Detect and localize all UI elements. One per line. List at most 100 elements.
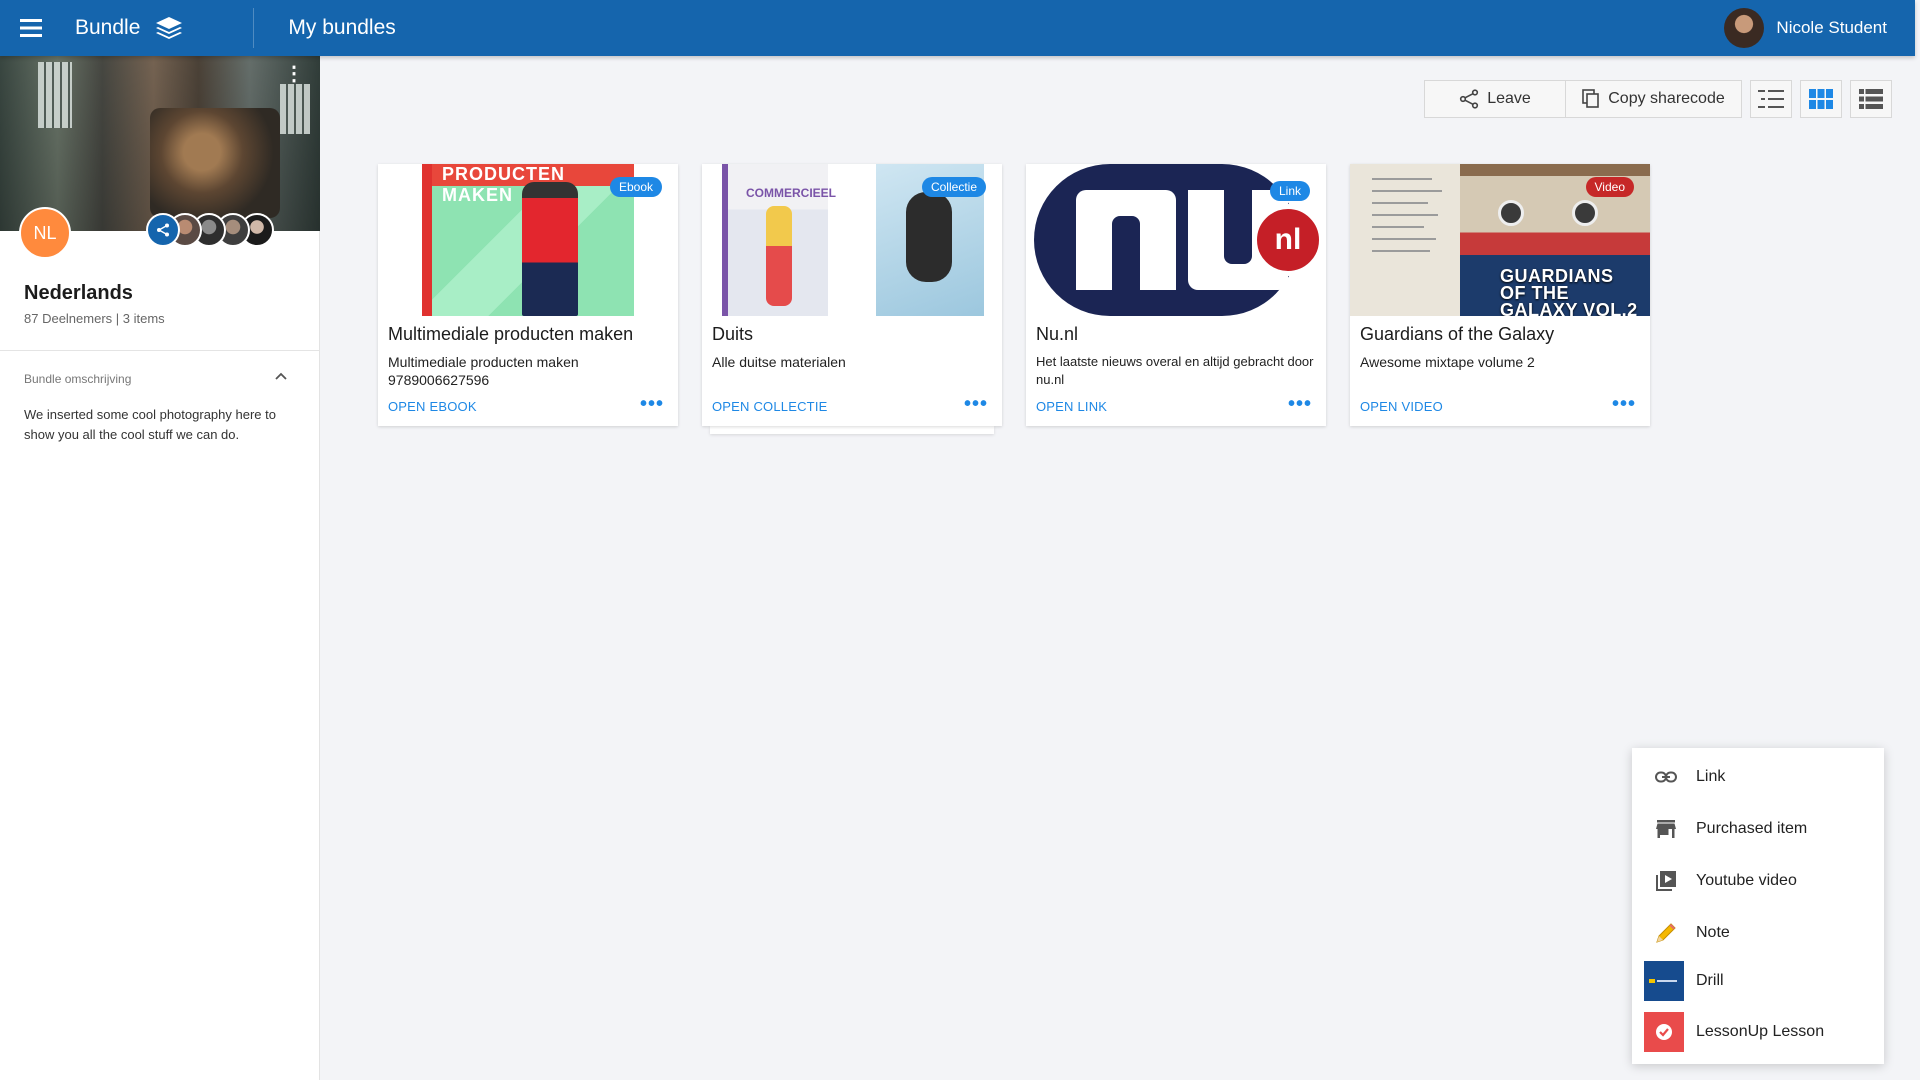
cover-figure xyxy=(766,206,792,306)
compact-list-icon xyxy=(1758,90,1784,108)
description-label: Bundle omschrijving xyxy=(24,372,132,386)
drillster-icon xyxy=(1644,961,1684,1001)
topbar-divider xyxy=(253,8,255,48)
cover-title-text: GUARDIANS OF THE GALAXY VOL.2 xyxy=(1500,266,1638,316)
open-ebook-link[interactable]: OPEN EBOOK xyxy=(388,399,477,414)
more-horiz-icon[interactable]: ••• xyxy=(640,393,664,416)
card-video[interactable]: GUARDIANS OF THE GALAXY VOL.2 Video Guar… xyxy=(1350,164,1650,426)
link-icon xyxy=(1654,765,1678,789)
card-title: Nu.nl xyxy=(1036,324,1079,344)
card-title: Duits xyxy=(712,324,754,344)
share-members-button[interactable] xyxy=(146,213,180,247)
video-library-icon xyxy=(1654,869,1678,893)
user-name[interactable]: Nicole Student xyxy=(1776,18,1887,38)
cover-spine xyxy=(422,164,432,316)
list-icon xyxy=(1859,89,1883,109)
store-icon xyxy=(1654,817,1678,841)
type-badge: Link xyxy=(1269,181,1310,201)
type-badge: Collectie xyxy=(921,177,986,197)
tape-reel xyxy=(1572,200,1598,226)
menu-item-label: Youtube video xyxy=(1696,872,1797,889)
sidebar-divider xyxy=(0,350,320,351)
bundle-avatar: NL xyxy=(19,207,71,259)
card-title: Multimediale producten maken xyxy=(388,324,634,344)
ebook-cover: PRODUCTEN MAKEN xyxy=(422,164,634,316)
view-compact-list-button[interactable] xyxy=(1750,80,1792,118)
bundle-cover-photo: ⋮ xyxy=(0,56,320,231)
menu-item-link[interactable]: Link xyxy=(1632,756,1884,798)
hero-window-decoration xyxy=(38,62,72,128)
app-title: Bundle xyxy=(75,16,141,39)
tracklist-paper xyxy=(1350,164,1460,316)
action-button-group: Leave Copy sharecode xyxy=(1424,80,1742,118)
open-link-link[interactable]: OPEN LINK xyxy=(1036,399,1107,414)
copy-sharecode-button[interactable]: Copy sharecode xyxy=(1565,81,1741,117)
pencil-icon xyxy=(1654,921,1678,945)
lessonup-icon xyxy=(1644,1012,1684,1052)
cover-figure xyxy=(522,182,578,316)
menu-item-drill[interactable]: Drill xyxy=(1632,960,1884,1002)
more-horiz-icon[interactable]: ••• xyxy=(1612,393,1636,416)
view-grid-button[interactable] xyxy=(1800,80,1842,118)
type-badge: Ebook xyxy=(609,177,662,197)
hamburger-menu-button[interactable] xyxy=(0,0,62,56)
cover-figure xyxy=(906,192,952,282)
chevron-up-icon[interactable] xyxy=(274,368,288,386)
collection-cover-1: COMMERCIEEL xyxy=(722,164,836,316)
card-subtitle: Het laatste nieuws overal en altijd gebr… xyxy=(1036,354,1314,387)
card-collection[interactable]: COMMERCIEEL Collectie Duits Alle duitse … xyxy=(702,164,1002,434)
menu-item-purchased[interactable]: Purchased item xyxy=(1632,808,1884,850)
menu-item-lessonup[interactable]: LessonUp Lesson xyxy=(1632,1011,1884,1053)
bundle-toolbar: Leave Copy sharecode xyxy=(1424,80,1892,118)
more-horiz-icon[interactable]: ••• xyxy=(1288,393,1312,416)
copy-icon xyxy=(1582,89,1600,108)
open-collection-link[interactable]: OPEN COLLECTIE xyxy=(712,399,828,414)
card-title: Guardians of the Galaxy xyxy=(1360,324,1555,344)
card-subtitle: Awesome mixtape volume 2 xyxy=(1360,354,1535,370)
user-avatar[interactable] xyxy=(1724,8,1765,48)
card-thumbnail: nl Link xyxy=(1026,164,1326,316)
bundle-description: We inserted some cool photography here t… xyxy=(24,407,276,442)
bundle-items-grid: PRODUCTEN MAKEN Ebook Multimediale produ… xyxy=(378,164,1650,434)
menu-item-label: Link xyxy=(1696,768,1726,785)
menu-item-label: Purchased item xyxy=(1696,820,1808,837)
menu-item-label: LessonUp Lesson xyxy=(1696,1023,1825,1040)
top-app-bar: Bundle My bundles Nicole Student xyxy=(0,0,1915,56)
menu-item-label: Note xyxy=(1696,924,1730,941)
bundle-sidebar: ⋮ NL Nederlands 87 Deelnemers | 3 items … xyxy=(0,56,320,1080)
cover-title-text: COMMERCIEEL xyxy=(746,186,836,200)
logo-shape xyxy=(1224,190,1252,264)
grid-icon xyxy=(1809,89,1833,109)
nl-logo-circle: nl xyxy=(1252,204,1324,276)
hamburger-icon xyxy=(20,19,42,37)
page-title: My bundles xyxy=(288,16,396,39)
menu-item-note[interactable]: Note xyxy=(1632,912,1884,954)
card-link[interactable]: nl Link Nu.nl Het laatste nieuws overal … xyxy=(1026,164,1326,426)
view-list-button[interactable] xyxy=(1850,80,1892,118)
user-menu[interactable]: Nicole Student xyxy=(1724,0,1887,56)
card-thumbnail: GUARDIANS OF THE GALAXY VOL.2 Video xyxy=(1350,164,1650,316)
menu-item-label: Drill xyxy=(1696,972,1724,989)
logo-shape xyxy=(1112,216,1140,290)
add-item-menu: Link Purchased item Youtube video Note D… xyxy=(1632,748,1884,1064)
bundle-meta: 87 Deelnemers | 3 items xyxy=(24,311,165,326)
card-subtitle: Multimediale producten maken 97890066275… xyxy=(388,354,579,388)
leave-button[interactable]: Leave xyxy=(1425,81,1565,117)
tape-reel xyxy=(1498,200,1524,226)
leave-label: Leave xyxy=(1487,90,1531,107)
open-video-link[interactable]: OPEN VIDEO xyxy=(1360,399,1443,414)
bundle-stack-icon xyxy=(154,15,184,46)
more-vert-icon[interactable]: ⋮ xyxy=(284,64,304,84)
card-subtitle: Alle duitse materialen xyxy=(712,354,846,370)
copy-sharecode-label: Copy sharecode xyxy=(1608,90,1725,107)
card-thumbnail: COMMERCIEEL Collectie xyxy=(702,164,1002,316)
bundle-name: Nederlands xyxy=(24,282,133,304)
card-ebook[interactable]: PRODUCTEN MAKEN Ebook Multimediale produ… xyxy=(378,164,678,426)
hero-machine-decoration xyxy=(150,108,280,218)
more-horiz-icon[interactable]: ••• xyxy=(964,393,988,416)
share-icon xyxy=(1460,89,1479,109)
type-badge: Video xyxy=(1585,177,1634,197)
card-thumbnail: PRODUCTEN MAKEN Ebook xyxy=(378,164,678,316)
menu-item-youtube[interactable]: Youtube video xyxy=(1632,860,1884,902)
hero-window-decoration xyxy=(280,84,310,134)
